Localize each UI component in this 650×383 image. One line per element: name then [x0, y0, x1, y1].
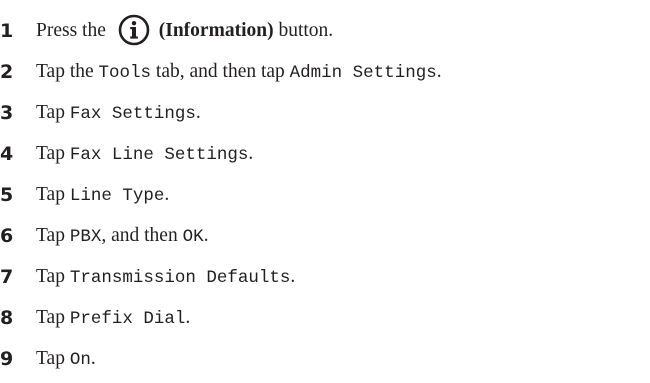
- step-text: Tap Transmission Defaults.: [36, 260, 295, 295]
- fax-line-settings-name: Fax Line Settings: [69, 144, 249, 165]
- step-text: Tap Line Type.: [36, 178, 169, 213]
- information-label: (Information): [158, 20, 274, 41]
- admin-settings-name: Admin Settings: [289, 62, 437, 83]
- step-text: Tap the Tools tab, and then tap Admin Se…: [36, 55, 442, 90]
- step-text-mid: , and then: [101, 224, 183, 246]
- step-text-pre: Tap: [36, 183, 70, 205]
- step-text: Press the (Information) button.: [36, 14, 333, 48]
- step-number: 9: [0, 348, 14, 370]
- fax-settings-name: Fax Settings: [69, 103, 196, 124]
- step-text: Tap On.: [36, 342, 96, 377]
- step-number: 6: [0, 225, 14, 247]
- on-name: On: [69, 349, 91, 370]
- step-text-post: .: [195, 101, 201, 123]
- step-number: 2: [0, 61, 14, 83]
- step-text-mid: tab, and then tap: [151, 60, 290, 82]
- step-text: Tap Fax Line Settings.: [36, 137, 253, 172]
- step-text-post: .: [185, 306, 191, 328]
- step-text-pre: Tap: [36, 265, 70, 287]
- step-text-post: .: [164, 183, 170, 205]
- step-number: 1: [0, 20, 14, 42]
- step-number: 4: [0, 143, 14, 165]
- transmission-defaults-name: Transmission Defaults: [69, 267, 291, 288]
- step-text-pre: Tap: [36, 347, 70, 369]
- step-text-post: .: [290, 265, 296, 287]
- step-text-post: .: [203, 224, 209, 246]
- step-text-post: .: [248, 142, 254, 164]
- step-text-pre: Tap: [36, 142, 70, 164]
- step-number: 5: [0, 184, 14, 206]
- step-text-pre: Tap: [36, 224, 70, 246]
- step-text-pre: Tap: [36, 306, 70, 328]
- step-text: Tap Fax Settings.: [36, 96, 201, 131]
- step-text-post: .: [436, 60, 442, 82]
- pbx-name: PBX: [69, 226, 102, 247]
- ok-name: OK: [182, 226, 204, 247]
- step-text-pre: Tap: [36, 101, 70, 123]
- step-text: Tap PBX, and then OK.: [36, 219, 208, 254]
- tools-tab-name: Tools: [98, 62, 152, 83]
- step-text-pre: Press the: [36, 20, 111, 41]
- step-number: 7: [0, 266, 14, 288]
- step-text: Tap Prefix Dial.: [36, 301, 190, 336]
- step-number: 3: [0, 102, 14, 124]
- step-text-post: button.: [273, 20, 334, 41]
- line-type-name: Line Type: [69, 185, 165, 206]
- step-number: 8: [0, 307, 14, 329]
- prefix-dial-name: Prefix Dial: [69, 308, 186, 329]
- information-icon: [117, 13, 151, 47]
- step-text-pre: Tap the: [36, 60, 99, 82]
- step-text-post: .: [90, 347, 96, 369]
